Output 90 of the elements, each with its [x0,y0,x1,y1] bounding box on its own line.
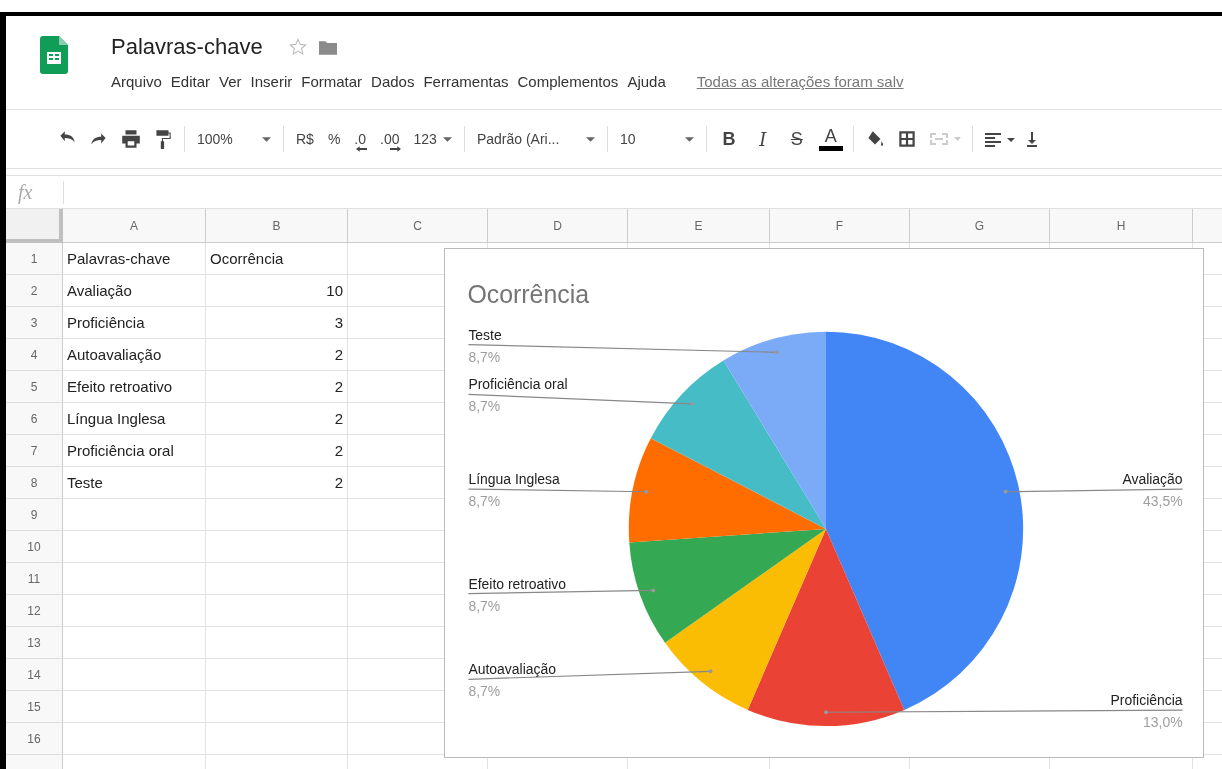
row-header[interactable]: 10 [6,531,63,563]
row-header[interactable]: 7 [6,435,63,467]
table-cell: 3 [206,307,348,339]
menu-item[interactable]: Editar [170,72,211,90]
column-header[interactable]: H [1050,209,1193,243]
caret-icon [442,136,452,142]
folder-icon[interactable] [318,39,337,55]
table-cell: Língua Inglesa [63,403,206,435]
strike-button[interactable]: S [784,125,809,153]
slice-percentage: 8,7% [468,597,501,614]
menu-item[interactable]: Ver [219,72,242,90]
table-cell: Proficiência [63,307,206,339]
slice-percentage: 8,7% [468,398,501,415]
table-cell: Proficiência oral [63,435,206,467]
row-header[interactable]: 15 [6,691,63,723]
row-header[interactable]: 13 [6,627,63,659]
caret-icon [585,136,595,142]
slice-label: Avaliação [1122,471,1183,488]
sheets-logo-icon[interactable] [40,36,68,74]
table-cell: Autoavaliação [63,339,206,371]
left-arrow-icon [356,146,368,152]
document-title[interactable]: Palavras-chave [111,34,263,60]
column-header[interactable]: D [488,209,628,243]
caret-icon [684,136,694,142]
percent-button[interactable]: % [325,125,343,153]
table-cell: 2 [206,403,348,435]
column-header[interactable]: G [910,209,1050,243]
color-button[interactable]: A [818,127,843,151]
column-header[interactable]: A [63,209,206,243]
row-header[interactable]: 4 [6,339,63,371]
right-arrow-icon [390,146,402,152]
table-cell: Avaliação [63,275,206,307]
menu-item[interactable]: Inserir [250,72,293,90]
slice-label: Autoavaliação [468,661,556,678]
menu-item[interactable]: Dados [371,72,415,90]
star-icon[interactable] [288,38,307,56]
column-header[interactable]: F [770,209,910,243]
column-header[interactable]: C [348,209,488,243]
column-header[interactable]: E [628,209,770,243]
bold-button[interactable]: B [716,125,741,153]
row-header[interactable]: 16 [6,723,63,755]
table-cell: 10 [206,275,348,307]
row-header[interactable]: 12 [6,595,63,627]
menu-item[interactable]: Ferramentas [423,72,509,90]
chart-title: Ocorrência [467,279,590,308]
row-header[interactable]: 8 [6,467,63,499]
menu-item[interactable]: Ajuda [627,72,666,90]
slice-label: Teste [468,326,502,343]
caret-icon [262,136,271,142]
slice-percentage: 8,7% [468,348,501,365]
decrease-decimals-button[interactable]: .0 [352,125,369,153]
slice-percentage: 8,7% [468,683,501,700]
table-cell: Palavras-chave [63,243,206,275]
row-header[interactable]: 6 [6,403,63,435]
increase-decimals-button[interactable]: .00 [378,125,402,153]
column-header[interactable]: B [206,209,348,243]
table-cell: Efeito retroativo [63,371,206,403]
chart-card[interactable]: Ocorrência Avaliação 43,5% Proficiência 13,0% Autoavaliação 8,7% Efeito retroativo 8,7% Língua Inglesa 8,7% Proficiência oral 8,7% Teste 8,7% [444,248,1204,758]
table-cell: 2 [206,371,348,403]
row-header[interactable]: 11 [6,563,63,595]
zoom-dropdown[interactable]: 100% [195,125,273,153]
font-dropdown[interactable]: Padrão (Ari... [474,125,597,153]
slice-percentage: 43,5% [1143,493,1183,509]
menu-item[interactable]: Arquivo [111,72,162,90]
table-cell: Teste [63,467,206,499]
currency-button[interactable]: R$ [294,125,316,153]
slice-label: Proficiência oral [468,376,568,393]
table-cell: Ocorrência [206,243,348,275]
row-header[interactable]: 3 [6,307,63,339]
row-header[interactable]: 5 [6,371,63,403]
menu-item[interactable]: Formatar [301,72,363,90]
table-cell: 2 [206,339,348,371]
menu-item[interactable]: Complementos [517,72,619,90]
slice-percentage: 13,0% [1143,714,1183,731]
row-header[interactable]: 1 [6,243,63,275]
row-header[interactable]: 2 [6,275,63,307]
slice-label: Língua Inglesa [468,471,560,488]
formula-label: fx [6,180,64,204]
row-header[interactable]: 14 [6,659,63,691]
font-size-dropdown[interactable]: 10 [617,125,696,153]
row-header[interactable]: 9 [6,499,63,531]
save-status-link[interactable]: Todas as alterações foram salv [696,72,904,90]
number-format-dropdown[interactable]: 123 [411,125,454,153]
table-cell: 2 [206,467,348,499]
italic-button[interactable]: I [750,125,775,153]
print-icon[interactable] [120,128,142,150]
slice-percentage: 8,7% [468,493,501,509]
table-cell: 2 [206,435,348,467]
slice-label: Proficiência [1110,692,1183,709]
slice-label: Efeito retroativo [468,575,567,592]
